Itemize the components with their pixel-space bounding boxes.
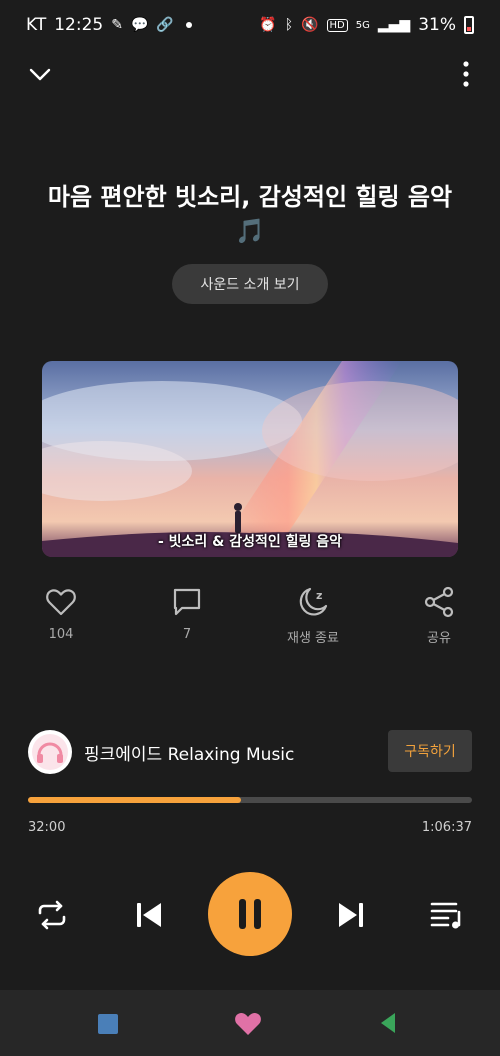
subscribe-button[interactable]: 구독하기 xyxy=(388,730,472,772)
talk-icon: 💬 xyxy=(130,17,149,33)
repeat-icon[interactable] xyxy=(36,900,68,930)
carrier-label: KT xyxy=(26,15,47,35)
channel-avatar[interactable] xyxy=(28,730,72,774)
recent-apps-icon[interactable] xyxy=(98,1014,118,1034)
sleep-timer-label: 재생 종료 xyxy=(287,631,339,646)
comment-button[interactable]: 7 xyxy=(137,585,237,642)
battery-icon xyxy=(464,16,474,34)
sleep-timer-button[interactable]: z 재생 종료 xyxy=(263,585,363,646)
artwork-caption: - 빗소리 & 감성적인 힐링 음악 xyxy=(157,534,343,550)
player-header xyxy=(0,50,500,100)
back-icon[interactable] xyxy=(380,1012,396,1034)
bluetooth-icon: ᛒ xyxy=(284,17,294,33)
sound-intro-button[interactable]: 사운드 소개 보기 xyxy=(172,264,328,304)
playlist-icon[interactable] xyxy=(430,900,464,930)
progress-bar[interactable] xyxy=(28,797,472,803)
share-label: 공유 xyxy=(427,631,451,646)
comment-icon xyxy=(173,588,201,616)
channel-name[interactable]: 핑크에이드 Relaxing Music xyxy=(84,740,294,765)
like-button[interactable]: 104 xyxy=(11,585,111,642)
chevron-down-icon[interactable] xyxy=(28,62,52,86)
music-player-screen: KT 12:25 ✎ 💬 🔗 ⏰ ᛒ 🔇 HD 5G ▂▄▆ 31% 마음 편안… xyxy=(0,0,500,1056)
headphones-icon xyxy=(32,734,68,770)
artwork-image xyxy=(42,361,458,557)
album-artwork: - 빗소리 & 감성적인 힐링 음악 xyxy=(42,361,458,557)
notification-dot-icon xyxy=(185,22,192,28)
share-button[interactable]: 공유 xyxy=(389,585,489,646)
playback-controls xyxy=(0,872,500,958)
heart-icon xyxy=(46,589,76,616)
hd-icon: HD xyxy=(326,18,348,32)
comment-count: 7 xyxy=(182,627,192,642)
next-track-icon[interactable] xyxy=(336,900,366,930)
svg-text:z: z xyxy=(316,589,322,602)
pause-button[interactable] xyxy=(208,872,292,956)
more-options-icon[interactable] xyxy=(458,60,474,88)
mute-icon: 🔇 xyxy=(301,17,319,33)
system-nav-bar xyxy=(0,990,500,1056)
battery-percent: 31% xyxy=(418,15,456,35)
track-title: 마음 편안한 빗소리, 감성적인 힐링 음악🎵 xyxy=(47,183,453,245)
total-time: 1:06:37 xyxy=(421,820,472,835)
previous-track-icon[interactable] xyxy=(134,900,164,930)
pause-icon xyxy=(239,899,261,929)
like-count: 104 xyxy=(48,627,74,642)
link-icon: 🔗 xyxy=(156,17,174,33)
elapsed-time: 32:00 xyxy=(28,820,66,835)
network-type: 5G xyxy=(355,19,370,31)
progress-fill xyxy=(28,797,242,803)
clock: 12:25 xyxy=(54,15,104,35)
pen-icon: ✎ xyxy=(111,17,123,33)
share-icon xyxy=(424,586,454,618)
moon-icon: z xyxy=(299,587,328,616)
alarm-icon: ⏰ xyxy=(259,17,277,33)
action-row: 104 7 z 재생 종료 공유 xyxy=(0,585,500,655)
signal-icon: ▂▄▆ xyxy=(377,17,411,33)
channel-row: 핑크에이드 Relaxing Music 구독하기 xyxy=(28,730,472,774)
status-bar: KT 12:25 ✎ 💬 🔗 ⏰ ᛒ 🔇 HD 5G ▂▄▆ 31% xyxy=(0,0,500,50)
status-left: KT 12:25 ✎ 💬 🔗 xyxy=(26,15,192,35)
home-heart-icon[interactable] xyxy=(234,1010,262,1036)
status-right: ⏰ ᛒ 🔇 HD 5G ▂▄▆ 31% xyxy=(259,15,474,35)
